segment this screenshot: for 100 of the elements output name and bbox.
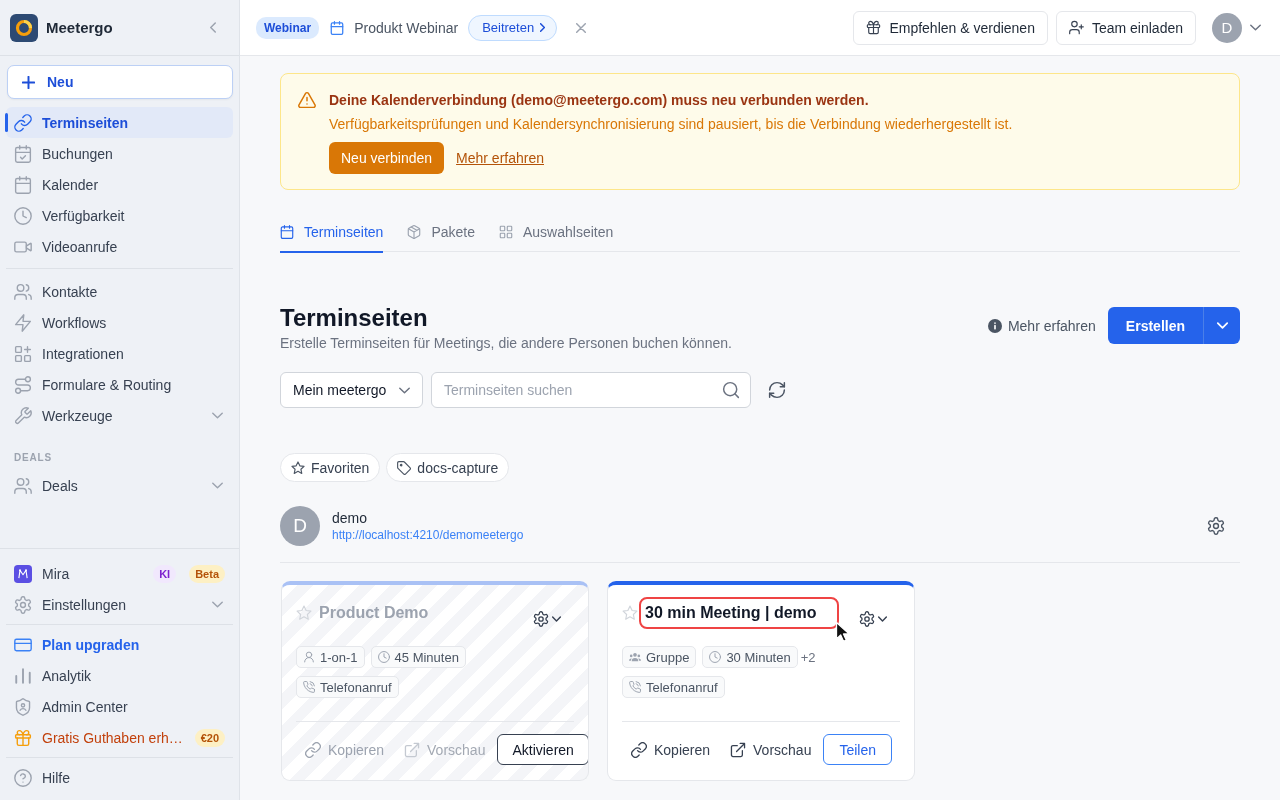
join-button[interactable]: Beitreten — [468, 14, 558, 41]
calendar-icon — [330, 20, 345, 35]
invite-button[interactable]: Team einladen — [1055, 10, 1196, 45]
caret-icon — [399, 386, 410, 394]
meta-tag: Gruppe — [622, 646, 697, 668]
clock-icon — [709, 651, 722, 663]
sidebar-item[interactable]: Terminseiten — [6, 107, 233, 138]
owner-avatar: D — [280, 506, 320, 546]
gift-icon — [14, 728, 32, 747]
sidebar-item[interactable]: Workflows — [6, 307, 233, 338]
cursor-icon — [835, 621, 851, 643]
sidebar-item[interactable]: Integrationen — [6, 338, 233, 369]
caret-icon[interactable] — [1250, 24, 1261, 31]
section-heading: DEALS — [13, 452, 53, 464]
share-button[interactable]: Teilen — [823, 734, 892, 765]
alert-title: Deine Kalenderverbindung (demo@meetergo.com) muss neu verbunden werden. — [329, 91, 870, 110]
page-title: Terminseiten — [280, 303, 429, 333]
sidebar-item[interactable]: Deals — [6, 470, 233, 501]
search-field[interactable]: Terminseiten suchen — [431, 372, 751, 408]
settings-icon — [14, 595, 32, 614]
create-menu-button[interactable] — [1203, 307, 1240, 344]
owner-name: demo — [332, 508, 369, 527]
sidebar-item[interactable]: Formulare & Routing — [6, 369, 233, 400]
box-icon — [407, 224, 422, 239]
beta-badge: Beta — [189, 564, 225, 583]
sidebar-item[interactable]: Videoanrufe — [6, 231, 233, 262]
scope-dropdown[interactable]: Mein meetergo — [280, 372, 423, 408]
meta-tag: 30 Minuten — [702, 646, 798, 668]
user-plus-icon — [1068, 20, 1084, 35]
sidebar-item[interactable]: Hilfe — [6, 762, 233, 793]
external-link-icon — [404, 741, 421, 758]
caret-icon — [212, 601, 223, 608]
preview-button[interactable]: Vorschau — [721, 734, 821, 765]
new-button[interactable]: Neu — [7, 65, 233, 99]
bar-chart-icon — [14, 666, 32, 685]
caret-icon — [212, 482, 223, 489]
sidebar-item[interactable]: Analytik — [6, 660, 233, 691]
warning-icon — [298, 91, 316, 109]
card-title[interactable]: 30 min Meeting | demo — [639, 597, 839, 629]
copy-link-button[interactable]: Kopieren — [622, 734, 720, 765]
link-icon — [14, 113, 32, 132]
info-icon — [987, 318, 1002, 333]
filter-chip[interactable]: Favoriten — [280, 453, 381, 482]
alert-message: Verfügbarkeitsprüfungen und Kalendersynchronisierung sind pausiert, bis die Verbindung wiederhergestellt ist. — [329, 115, 1013, 134]
caret-icon — [878, 616, 887, 622]
tab[interactable]: Auswahlseiten — [498, 212, 614, 253]
meta-tag: 45 Minuten — [370, 646, 466, 668]
page-subtitle: Erstelle Terminseiten für Meetings, die andere Personen buchen können. — [280, 334, 732, 353]
app-logo-icon — [14, 564, 32, 583]
sidebar-item[interactable]: Mira — [6, 558, 154, 589]
sidebar-item[interactable]: Plan upgraden — [6, 629, 233, 660]
help-link[interactable]: Mehr erfahren — [987, 317, 1096, 334]
caret-icon — [552, 616, 561, 622]
create-button[interactable]: Erstellen — [1107, 307, 1203, 344]
app-name: Meetergo — [46, 19, 114, 36]
sidebar-item[interactable]: Buchungen — [6, 138, 233, 169]
chevron-right-icon — [540, 23, 546, 32]
filter-chip[interactable]: docs-capture — [386, 453, 510, 482]
sidebar-item[interactable]: Gratis Guthaben erh… — [6, 722, 195, 753]
people-icon — [629, 651, 641, 663]
refresh-icon[interactable] — [768, 381, 786, 399]
clock-icon — [377, 651, 390, 663]
star-icon — [291, 460, 305, 475]
ai-badge: KI — [153, 564, 177, 583]
sidebar-item[interactable]: Werkzeuge — [6, 400, 233, 431]
sidebar-item[interactable]: Einstellungen — [6, 589, 233, 620]
close-icon[interactable] — [576, 22, 587, 33]
star-icon[interactable] — [622, 605, 638, 621]
learn-more-link[interactable]: Mehr erfahren — [456, 150, 544, 166]
webinar-badge: Webinar — [256, 16, 320, 39]
people-icon — [14, 476, 32, 495]
shield-user-icon — [14, 697, 32, 716]
sidebar-item[interactable]: Kontakte — [6, 276, 233, 307]
lightning-icon — [14, 313, 32, 332]
route-icon — [14, 375, 32, 394]
settings-icon — [859, 611, 875, 627]
phone-icon — [629, 681, 641, 693]
caret-icon — [212, 412, 223, 419]
more-count: +2 — [800, 649, 816, 665]
refer-button[interactable]: Empfehlen & verdienen — [853, 10, 1048, 45]
meta-tag: Telefonanruf — [622, 676, 725, 698]
settings-icon — [533, 611, 549, 627]
tab[interactable]: Pakete — [407, 212, 475, 253]
tab[interactable]: Terminseiten — [280, 212, 384, 253]
calendar-icon — [280, 224, 294, 239]
sidebar-item[interactable]: Verfügbarkeit — [6, 200, 233, 231]
meta-tag: Telefonanruf — [296, 676, 399, 698]
wrench-icon — [14, 406, 32, 425]
external-link-icon — [730, 741, 747, 758]
clock-icon — [14, 206, 32, 225]
sidebar-item[interactable]: Admin Center — [6, 691, 233, 722]
link-icon — [305, 741, 321, 758]
grid-icon — [498, 224, 513, 239]
webinar-title: Produkt Webinar — [354, 19, 459, 36]
caret-icon — [1216, 322, 1228, 329]
settings-menu-button[interactable] — [859, 611, 887, 627]
sidebar-item[interactable]: Kalender — [6, 169, 233, 200]
search-icon — [722, 381, 740, 399]
booking-url-link[interactable]: http://localhost:4210/demomeetergo — [332, 526, 524, 544]
settings-icon[interactable] — [1207, 517, 1225, 535]
